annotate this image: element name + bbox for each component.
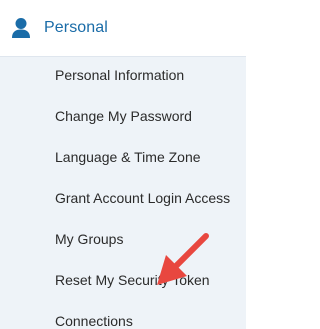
personal-settings-panel: Personal Personal Information Change My … [0, 0, 246, 329]
section-header-label: Personal [44, 19, 108, 36]
personal-menu: Personal Information Change My Password … [0, 56, 246, 329]
menu-item-change-my-password[interactable]: Change My Password [55, 107, 192, 125]
user-icon [10, 16, 32, 40]
menu-item-language-time-zone[interactable]: Language & Time Zone [55, 148, 201, 166]
menu-item-personal-information[interactable]: Personal Information [55, 66, 184, 84]
menu-item-connections[interactable]: Connections [55, 312, 133, 329]
section-header-personal[interactable]: Personal [0, 0, 246, 56]
menu-item-reset-my-security-token[interactable]: Reset My Security Token [55, 271, 210, 289]
menu-item-grant-account-login-access[interactable]: Grant Account Login Access [55, 189, 230, 207]
menu-item-my-groups[interactable]: My Groups [55, 230, 123, 248]
